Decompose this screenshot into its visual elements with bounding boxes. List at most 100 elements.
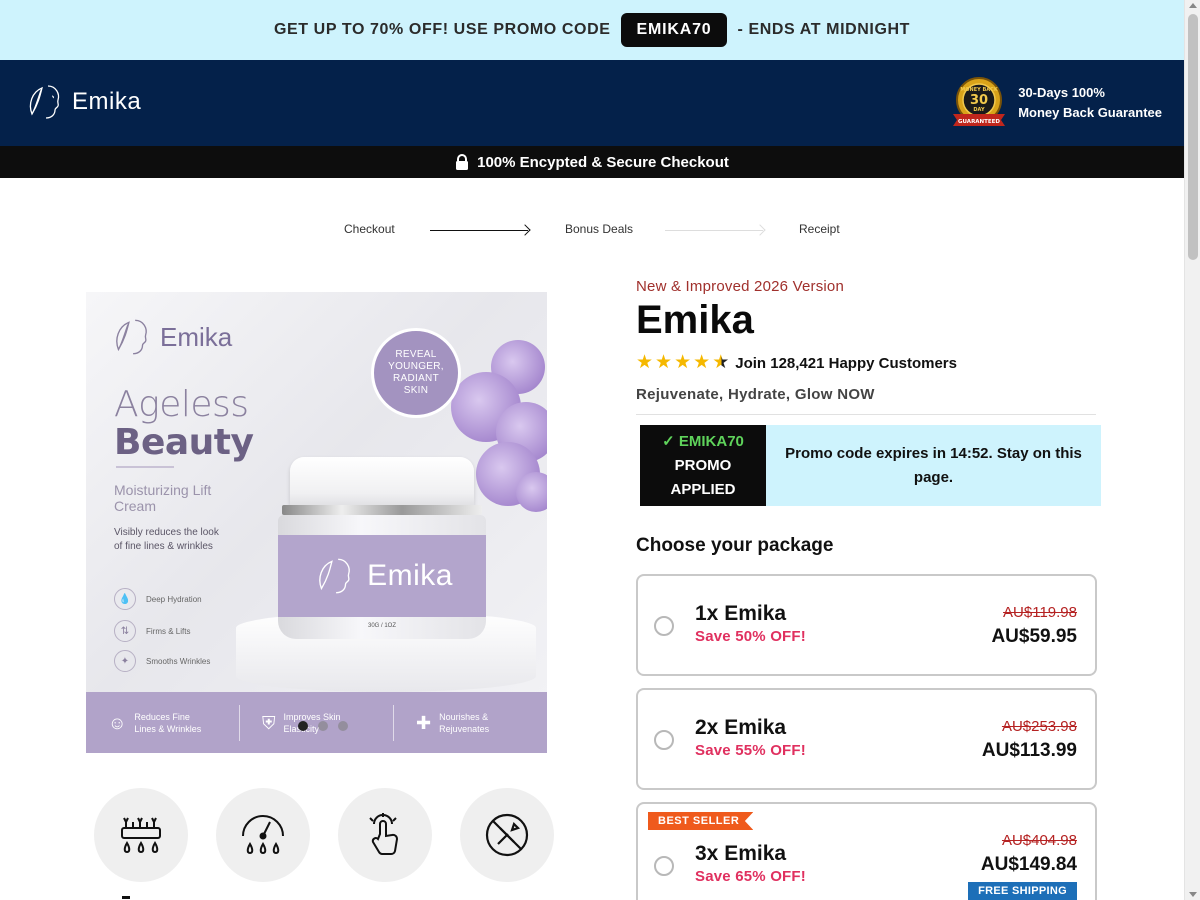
package-radio[interactable] xyxy=(654,616,674,636)
seal-unit: DAY xyxy=(974,107,986,113)
package-name: 3x Emika xyxy=(695,842,787,865)
package-radio[interactable] xyxy=(654,856,674,876)
promo-applied-badge: ✓ EMIKA70 PROMO APPLIED xyxy=(640,425,766,506)
touch-icon xyxy=(338,788,432,882)
jar-body: Emika 30G / 1OZ xyxy=(278,515,486,639)
headline-divider xyxy=(116,466,174,468)
image-brand-logo: Emika xyxy=(108,314,232,360)
package-name: 1x Emika xyxy=(695,602,787,625)
product-tagline: Rejuvenate, Hydrate, Glow NOW xyxy=(636,386,875,403)
image-feature-label: Smooths Wrinkles xyxy=(146,656,211,666)
reveal-younger-badge: REVEAL YOUNGER, RADIANT SKIN xyxy=(371,328,461,418)
star-icon: ★ xyxy=(636,352,654,373)
dropper-icon: ✚ xyxy=(416,712,432,733)
scroll-up-arrow-icon[interactable] xyxy=(1189,3,1197,8)
step-arrow-2 xyxy=(665,230,763,231)
page-scrollbar[interactable] xyxy=(1184,0,1200,900)
benefit-item: ✚ Nourishes & Rejuvenates xyxy=(394,705,547,741)
scrollbar-thumb[interactable] xyxy=(1188,14,1198,260)
cut-off-text-fragment xyxy=(122,896,130,899)
step-arrow-1 xyxy=(430,230,528,231)
step-checkout: Checkout xyxy=(344,222,395,236)
checkout-steps: Checkout Bonus Deals Receipt xyxy=(0,222,1184,242)
package-option-1x[interactable]: 1x Emika Save 50% OFF! AU$119.98 AU$59.9… xyxy=(636,574,1097,676)
product-title: Emika xyxy=(636,298,754,342)
package-price: AU$113.99 xyxy=(981,740,1077,761)
promo-banner-text-before: GET UP TO 70% OFF! USE PROMO CODE xyxy=(273,21,611,38)
best-seller-badge: BEST SELLER xyxy=(648,812,754,830)
promo-applied-box: ✓ EMIKA70 PROMO APPLIED Promo code expir… xyxy=(640,425,1101,506)
benefit-label: Reduces Fine Lines & Wrinkles xyxy=(134,711,202,734)
image-headline-light: Ageless xyxy=(114,384,249,425)
scroll-down-arrow-icon[interactable] xyxy=(1189,892,1197,897)
half-star-icon: ★ xyxy=(712,352,730,373)
guarantee-line-2: Money Back Guarantee xyxy=(1018,105,1162,120)
package-price: AU$149.84 xyxy=(980,854,1077,875)
firmness-gauge-icon xyxy=(216,788,310,882)
seal-ribbon-text: GUARANTEED xyxy=(958,119,1000,125)
face-leaf-logo-icon xyxy=(29,85,60,119)
carousel-dots xyxy=(298,721,348,731)
carousel-dot[interactable] xyxy=(338,721,348,731)
lift-icon: ⇅ xyxy=(114,620,136,642)
star-icon: ★ xyxy=(693,352,711,373)
section-divider xyxy=(636,414,1096,415)
face-icon: ☺ xyxy=(108,712,127,733)
image-headline-bold: Beauty xyxy=(114,422,254,463)
carousel-dot[interactable] xyxy=(318,721,328,731)
step-bonus-deals: Bonus Deals xyxy=(565,222,634,236)
face-leaf-logo-icon xyxy=(116,319,147,355)
rating-text: Join 128,421 Happy Customers xyxy=(735,354,957,372)
flower-decoration xyxy=(516,472,547,512)
image-subhead: Moisturizing Lift Cream xyxy=(114,482,212,514)
package-name: 2x Emika xyxy=(695,716,787,739)
secure-checkout-text: 100% Encypted & Secure Checkout xyxy=(477,153,729,171)
star-icon: ★ xyxy=(674,352,692,373)
carousel-dot[interactable] xyxy=(298,721,308,731)
site-header: Emika MONEY BACK 30 DAY GUARANTEED 30-Da… xyxy=(0,60,1184,146)
package-option-2x[interactable]: 2x Emika Save 55% OFF! AU$253.98 AU$113.… xyxy=(636,688,1097,790)
package-original-price: AU$404.98 xyxy=(1001,832,1077,849)
feature-icon-row xyxy=(94,788,554,882)
image-feature-item: ✦ Smooths Wrinkles xyxy=(114,650,210,672)
free-shipping-badge: FREE SHIPPING xyxy=(968,882,1077,900)
promo-expiry-message: Promo code expires in 14:52. Stay on thi… xyxy=(785,444,1082,486)
product-rating: ★ ★ ★ ★ ★ Join 128,421 Happy Customers xyxy=(636,353,957,373)
check-icon: ✓ xyxy=(662,432,675,450)
image-feature-item: ⇅ Firms & Lifts xyxy=(114,620,190,642)
no-tools-icon xyxy=(460,788,554,882)
site-logo-text: Emika xyxy=(72,88,142,115)
package-original-price: AU$253.98 xyxy=(1001,718,1077,735)
jar-rim xyxy=(282,505,482,515)
package-savings: Save 55% OFF! xyxy=(695,742,806,759)
image-brand-text: Emika xyxy=(160,321,233,352)
sparkle-icon: ✦ xyxy=(114,650,136,672)
cream-jar: Emika 30G / 1OZ xyxy=(272,457,492,647)
step-receipt: Receipt xyxy=(799,222,840,236)
promo-applied-line-2: PROMO xyxy=(674,456,732,474)
product-version: New & Improved 2026 Version xyxy=(636,278,845,295)
star-icon: ★ xyxy=(655,352,673,373)
choose-package-heading: Choose your package xyxy=(636,535,834,556)
package-savings: Save 65% OFF! xyxy=(695,868,806,885)
droplet-icon: 💧 xyxy=(114,588,136,610)
package-option-3x[interactable]: BEST SELLER 3x Emika Save 65% OFF! AU$40… xyxy=(636,802,1097,900)
package-original-price: AU$119.98 xyxy=(1003,604,1077,621)
promo-banner-text-after: - ENDS AT MIDNIGHT xyxy=(737,21,911,38)
seal-number: 30 xyxy=(970,93,988,108)
secure-checkout-bar: 100% Encypted & Secure Checkout xyxy=(0,146,1184,178)
package-radio[interactable] xyxy=(654,730,674,750)
promo-applied-code-line: ✓ EMIKA70 xyxy=(640,430,766,454)
site-logo[interactable]: Emika xyxy=(22,80,141,124)
product-image-carousel[interactable]: Emika REVEAL YOUNGER, RADIANT SKIN Agele… xyxy=(86,292,547,753)
guarantee-text: 30-Days 100% Money Back Guarantee xyxy=(1018,83,1162,123)
promo-banner: GET UP TO 70% OFF! USE PROMO CODE EMIKA7… xyxy=(0,0,1184,60)
promo-code-chip[interactable]: EMIKA70 xyxy=(620,13,728,47)
guarantee-line-1: 30-Days 100% xyxy=(1018,85,1105,100)
promo-applied-line-3: APPLIED xyxy=(670,480,736,498)
promo-applied-code: EMIKA70 xyxy=(678,432,744,450)
shield-icon: ⛨ xyxy=(262,712,276,733)
jar-label: Emika xyxy=(278,535,486,617)
checkout-page: GET UP TO 70% OFF! USE PROMO CODE EMIKA7… xyxy=(0,0,1200,900)
image-feature-label: Firms & Lifts xyxy=(146,626,191,636)
